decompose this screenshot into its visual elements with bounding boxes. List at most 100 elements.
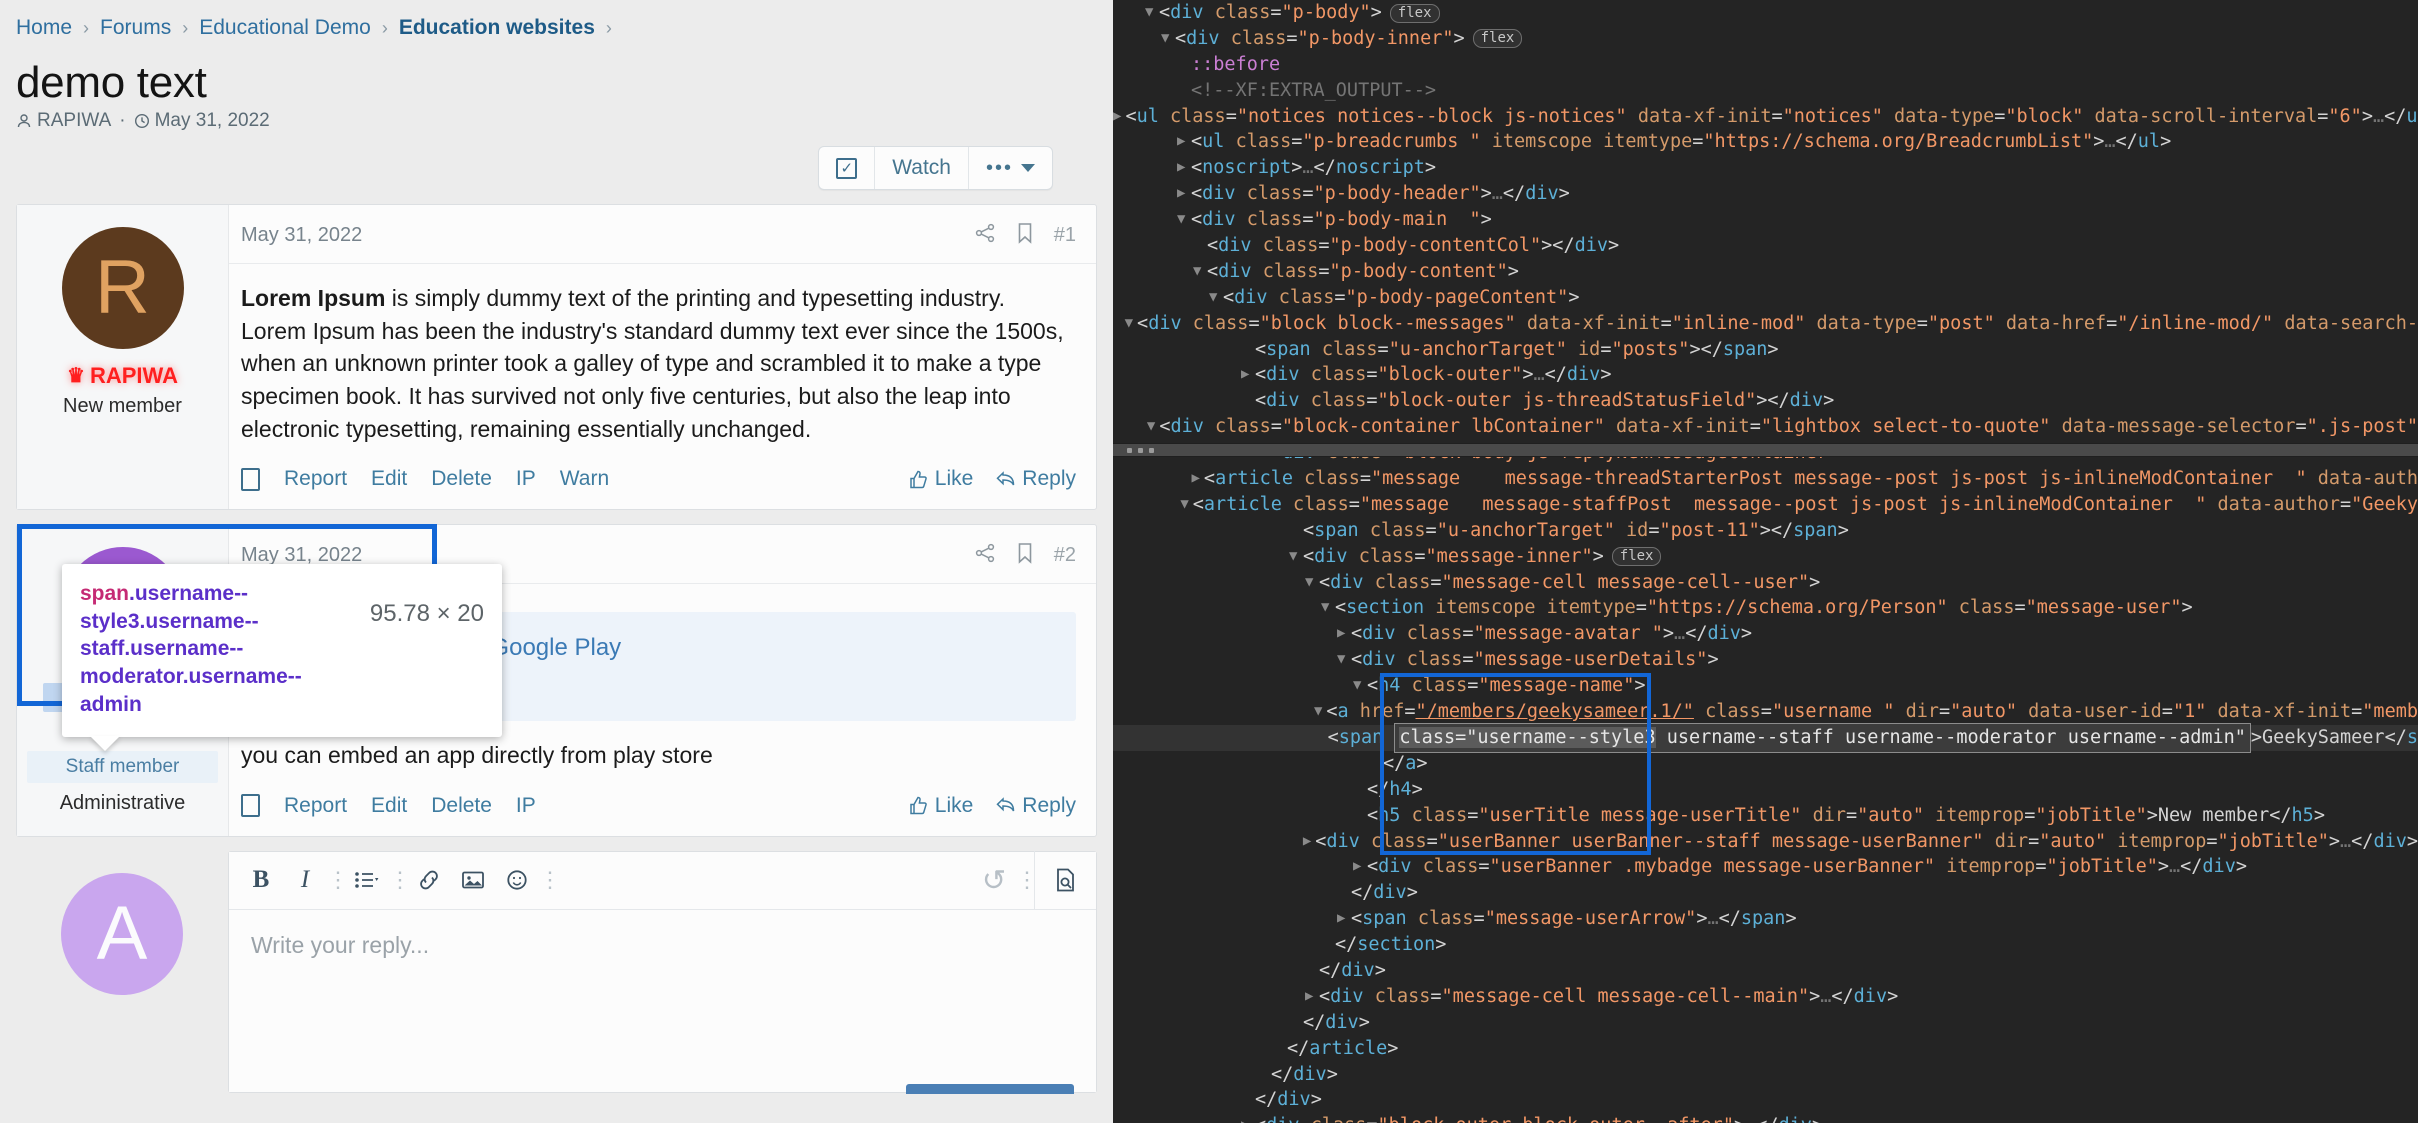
devtools-line[interactable]: <a href="/members/geekysameer.1/" class=… [1113, 699, 2418, 725]
devtools-line[interactable]: <span class="u-anchorTarget" id="posts">… [1113, 337, 2418, 363]
post-2-report-link[interactable]: Report [284, 794, 347, 818]
post-2-delete-link[interactable]: Delete [431, 794, 492, 818]
devtools-line[interactable]: <h5 class="userTitle message-userTitle" … [1113, 803, 2418, 829]
devtools-line[interactable]: </div> [1113, 1087, 2418, 1113]
watch-checkbox-button[interactable]: ✓ [819, 147, 876, 189]
post-1-delete-link[interactable]: Delete [431, 467, 492, 491]
triangle-down-icon[interactable] [1209, 285, 1219, 311]
triangle-right-icon[interactable] [1191, 466, 1199, 492]
reply-textarea[interactable]: Write your reply... [229, 909, 1096, 1092]
devtools-line[interactable]: </h4> [1113, 777, 2418, 803]
devtools-line[interactable]: <div class="message-inner">flex [1113, 544, 2418, 570]
post-1-report-link[interactable]: Report [284, 467, 347, 491]
devtools-line[interactable]: <ul class="p-breadcrumbs " itemscope ite… [1113, 129, 2418, 155]
devtools-line[interactable]: <div class="block-outer">…</div> [1113, 362, 2418, 388]
devtools-line[interactable]: <section itemscope itemtype="https://sch… [1113, 595, 2418, 621]
triangle-down-icon[interactable] [1145, 0, 1155, 26]
devtools-line[interactable]: </div> [1113, 880, 2418, 906]
post-1-edit-link[interactable]: Edit [371, 467, 407, 491]
devtools-line[interactable]: <div class="p-body-pageContent"> [1113, 285, 2418, 311]
link-button[interactable] [407, 858, 451, 902]
triangle-right-icon[interactable] [1303, 829, 1311, 855]
post-2-like-button[interactable]: Like [908, 794, 973, 818]
triangle-right-icon[interactable] [1241, 362, 1251, 388]
devtools-line[interactable]: <div class="p-body-contentCol"></div> [1113, 233, 2418, 259]
triangle-right-icon[interactable] [1241, 1113, 1251, 1123]
italic-button[interactable]: I [283, 858, 327, 902]
devtools-line[interactable]: </section> [1113, 932, 2418, 958]
devtools-selected-line[interactable]: <span class="username--style3 username--… [1113, 722, 2418, 753]
devtools-line[interactable]: </div> [1113, 1010, 2418, 1036]
devtools-line[interactable]: <div class="p-body-content"> [1113, 259, 2418, 285]
devtools-line[interactable]: <ul class="notices notices--block js-not… [1113, 104, 2418, 130]
post-1-number[interactable]: #1 [1054, 224, 1076, 247]
devtools-line[interactable]: <div class="block-container lbContainer"… [1113, 414, 2418, 440]
post-2-reply-button[interactable]: Reply [995, 794, 1076, 818]
devtools-line[interactable]: </article> [1113, 1036, 2418, 1062]
bookmark-icon[interactable] [1016, 542, 1034, 569]
triangle-down-icon[interactable] [1321, 595, 1331, 621]
devtools-line[interactable]: <div class="userBanner userBanner--staff… [1113, 829, 2418, 855]
devtools-line[interactable]: <!--XF:EXTRA_OUTPUT--> [1113, 78, 2418, 104]
devtools-line[interactable]: <div class="message-cell message-cell--m… [1113, 984, 2418, 1010]
triangle-down-icon[interactable] [1161, 26, 1171, 52]
triangle-down-icon[interactable] [1305, 570, 1315, 596]
undo-button[interactable]: ↺ [972, 858, 1016, 902]
post-1-like-button[interactable]: Like [908, 467, 973, 491]
triangle-down-icon[interactable] [1353, 673, 1363, 699]
triangle-down-icon[interactable] [1177, 207, 1187, 233]
devtools-line[interactable]: <div class="userBanner .mybadge message-… [1113, 854, 2418, 880]
triangle-down-icon[interactable] [1125, 311, 1133, 337]
breadcrumb-item-home[interactable]: Home [16, 16, 72, 40]
post-reply-button[interactable] [906, 1083, 1074, 1094]
devtools-line[interactable]: </div> [1113, 958, 2418, 984]
devtools-line[interactable]: <div class="block block--messages" data-… [1113, 311, 2418, 337]
devtools-line[interactable]: <span class="message-userArrow">…</span> [1113, 906, 2418, 932]
inline-mod-checkbox[interactable] [241, 467, 260, 491]
post-2-ip-link[interactable]: IP [516, 794, 536, 818]
triangle-down-icon[interactable] [1314, 699, 1322, 725]
preview-button[interactable] [1034, 851, 1096, 910]
post-1-reply-button[interactable]: Reply [995, 467, 1076, 491]
devtools-line[interactable]: ::before [1113, 52, 2418, 78]
breadcrumb-item-education-websites[interactable]: Education websites [399, 16, 595, 40]
devtools-line[interactable]: <span class="u-anchorTarget" id="post-11… [1113, 518, 2418, 544]
triangle-right-icon[interactable] [1177, 129, 1187, 155]
triangle-down-icon[interactable] [1180, 492, 1188, 518]
share-icon[interactable] [974, 542, 996, 569]
list-button[interactable] [345, 858, 389, 902]
devtools-line[interactable]: <h4 class="message-name"> [1113, 673, 2418, 699]
bookmark-icon[interactable] [1016, 222, 1034, 249]
devtools-line[interactable]: <article class="message message-threadSt… [1113, 466, 2418, 492]
triangle-right-icon[interactable] [1337, 621, 1347, 647]
devtools-line[interactable]: <div class="message-cell message-cell--u… [1113, 570, 2418, 596]
devtools-panel-resizer[interactable] [1113, 443, 2418, 457]
more-options-button[interactable]: ••• [969, 147, 1052, 189]
post-2-edit-link[interactable]: Edit [371, 794, 407, 818]
inline-mod-checkbox[interactable] [241, 794, 260, 818]
devtools-line[interactable]: <div class="p-body-inner">flex [1113, 26, 2418, 52]
triangle-right-icon[interactable] [1305, 984, 1315, 1010]
post-1-username[interactable]: ♛ RAPIWA [27, 363, 218, 389]
watch-button[interactable]: Watch [875, 147, 969, 189]
triangle-right-icon[interactable] [1177, 181, 1187, 207]
triangle-right-icon[interactable] [1113, 104, 1121, 130]
emoji-button[interactable] [495, 858, 539, 902]
devtools-dom-tree[interactable]: <div class="p-body">flex<div class="p-bo… [1113, 0, 2418, 1123]
avatar[interactable]: R [61, 227, 184, 349]
devtools-elements-panel[interactable]: <div class="p-body">flex<div class="p-bo… [1113, 0, 2418, 1123]
devtools-line[interactable]: <div class="message-avatar ">…</div> [1113, 621, 2418, 647]
post-1-warn-link[interactable]: Warn [560, 467, 609, 491]
devtools-line[interactable]: <div class="p-body">flex [1113, 0, 2418, 26]
thread-author[interactable]: RAPIWA [37, 110, 111, 132]
devtools-line[interactable]: <div class="message-userDetails"> [1113, 647, 2418, 673]
breadcrumb-item-educational-demo[interactable]: Educational Demo [199, 16, 371, 40]
breadcrumb-item-forums[interactable]: Forums [100, 16, 171, 40]
avatar[interactable]: A [61, 872, 183, 995]
devtools-line[interactable]: </div> [1113, 1062, 2418, 1088]
triangle-right-icon[interactable] [1337, 906, 1347, 932]
devtools-line[interactable]: <div class="block-outer js-threadStatusF… [1113, 388, 2418, 414]
triangle-down-icon[interactable] [1289, 544, 1299, 570]
devtools-line[interactable]: <article class="message message-staffPos… [1113, 492, 2418, 518]
triangle-right-icon[interactable] [1353, 854, 1363, 880]
